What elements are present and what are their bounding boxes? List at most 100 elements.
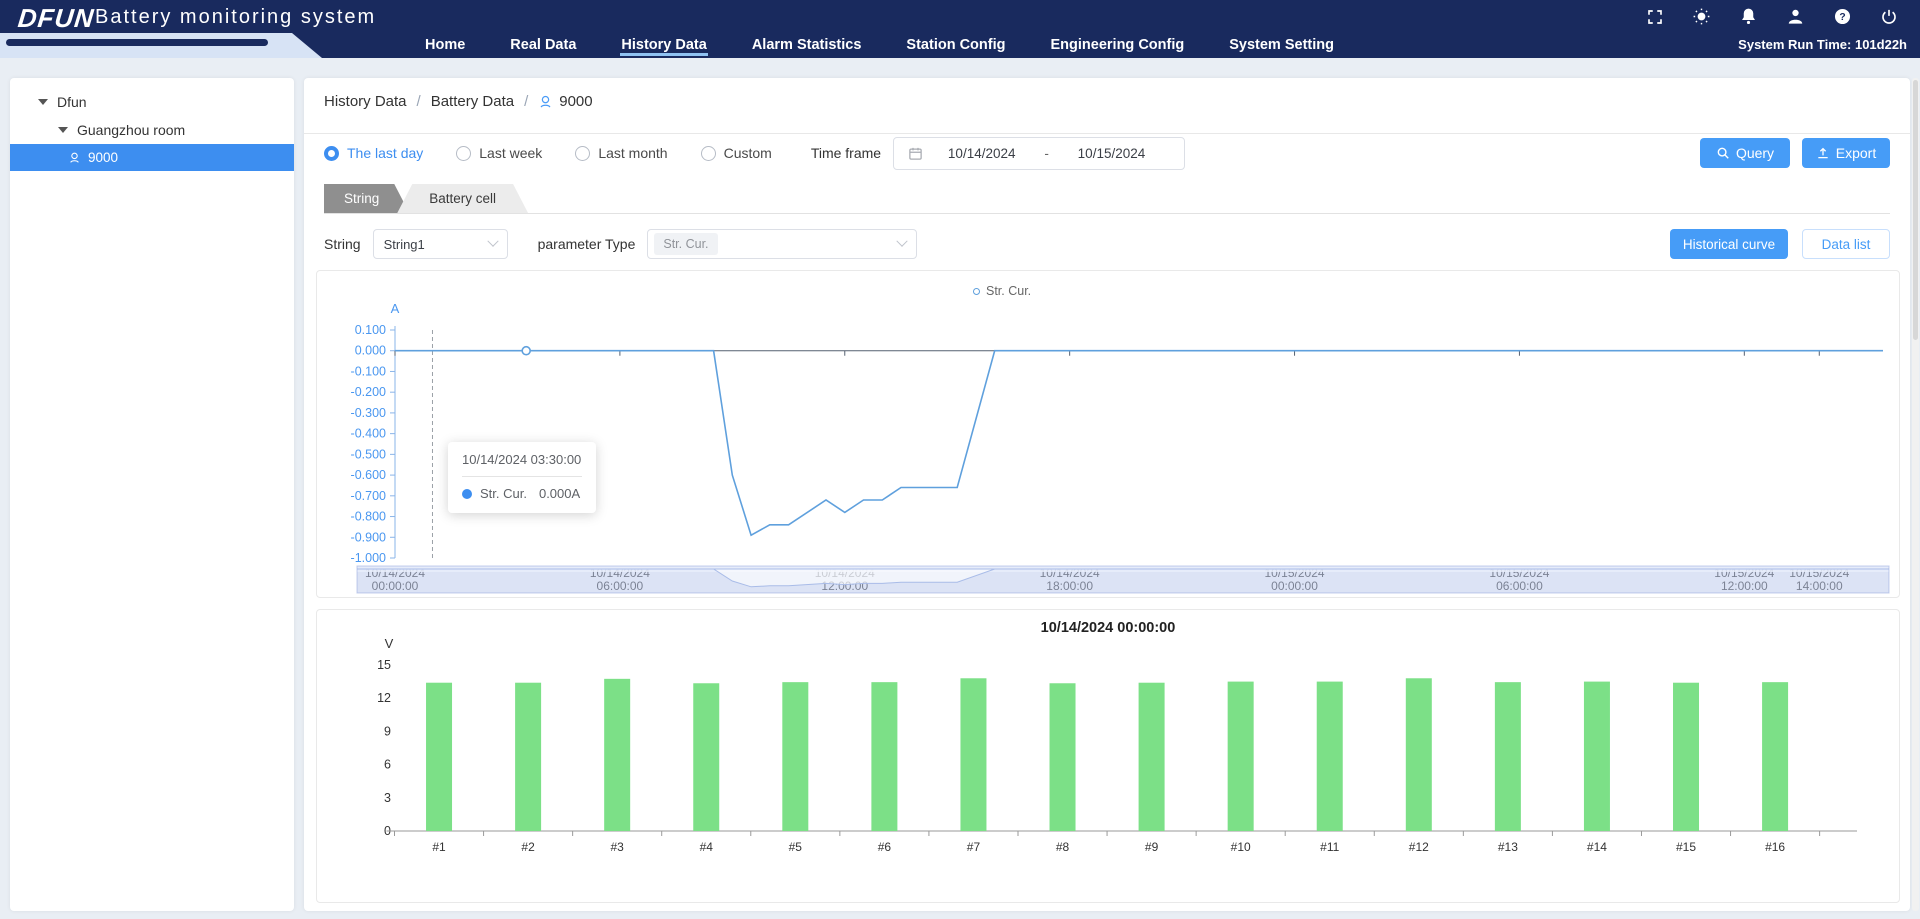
parameter-type-label: parameter Type bbox=[538, 236, 636, 252]
svg-text:#2: #2 bbox=[521, 840, 535, 854]
line-chart[interactable]: A0.1000.000-0.100-0.200-0.300-0.400-0.50… bbox=[317, 271, 1899, 597]
tree-node-guangzhou-room[interactable]: Guangzhou room bbox=[10, 116, 294, 144]
svg-text:6: 6 bbox=[384, 758, 391, 772]
nav-engineering-config[interactable]: Engineering Config bbox=[1050, 34, 1186, 56]
chevron-down-icon bbox=[897, 236, 908, 247]
svg-text:V: V bbox=[385, 636, 394, 651]
nav-alarm-statistics[interactable]: Alarm Statistics bbox=[751, 34, 863, 56]
help-icon[interactable]: ? bbox=[1833, 7, 1852, 26]
scrollbar-thumb[interactable] bbox=[1913, 80, 1918, 340]
search-icon bbox=[1716, 146, 1730, 160]
main-nav: Home Real Data History Data Alarm Statis… bbox=[424, 31, 1335, 58]
svg-text:12: 12 bbox=[377, 691, 391, 705]
svg-text:-0.700: -0.700 bbox=[351, 489, 386, 503]
brightness-icon[interactable] bbox=[1692, 7, 1711, 26]
nav-history-data[interactable]: History Data bbox=[620, 34, 707, 56]
breadcrumb-history-data[interactable]: History Data bbox=[324, 93, 407, 110]
nav-station-config[interactable]: Station Config bbox=[905, 34, 1006, 56]
svg-text:#12: #12 bbox=[1409, 840, 1429, 854]
radio-icon bbox=[701, 146, 716, 161]
svg-text:#3: #3 bbox=[610, 840, 624, 854]
svg-text:#7: #7 bbox=[967, 840, 981, 854]
legend-marker-icon bbox=[973, 288, 980, 295]
power-icon[interactable] bbox=[1880, 8, 1898, 26]
svg-text:-0.100: -0.100 bbox=[351, 364, 386, 378]
svg-text:0.000: 0.000 bbox=[355, 344, 386, 358]
tab-bar: String Battery cell bbox=[324, 185, 1890, 214]
chevron-down-icon bbox=[38, 99, 48, 105]
breadcrumb: History Data / Battery Data / 9000 bbox=[324, 86, 593, 116]
string-label: String bbox=[324, 236, 361, 252]
logo: DFUN bbox=[16, 3, 95, 34]
svg-text:#16: #16 bbox=[1765, 840, 1785, 854]
calendar-icon bbox=[908, 146, 923, 161]
svg-text:-0.300: -0.300 bbox=[351, 406, 386, 420]
chevron-down-icon bbox=[58, 127, 68, 133]
legend-str-cur[interactable]: Str. Cur. bbox=[973, 284, 1031, 298]
cell-voltage-card: 10/14/2024 00:00:00 V03691215#1#2#3#4#5#… bbox=[316, 609, 1900, 903]
series-dot-icon bbox=[462, 489, 472, 499]
svg-text:0.100: 0.100 bbox=[355, 323, 386, 337]
svg-text:-0.800: -0.800 bbox=[351, 510, 386, 524]
main-panel: History Data / Battery Data / 9000 The l… bbox=[304, 78, 1910, 911]
svg-text:#9: #9 bbox=[1145, 840, 1159, 854]
svg-text:?: ? bbox=[1839, 12, 1845, 23]
svg-text:#14: #14 bbox=[1587, 840, 1607, 854]
svg-text:-0.200: -0.200 bbox=[351, 385, 386, 399]
divider bbox=[304, 133, 1910, 134]
tab-battery-cell[interactable]: Battery cell bbox=[397, 184, 528, 213]
query-button[interactable]: Query bbox=[1700, 138, 1790, 168]
tab-string[interactable]: String bbox=[324, 184, 409, 213]
svg-text:#5: #5 bbox=[789, 840, 803, 854]
notification-icon[interactable] bbox=[1739, 7, 1758, 26]
svg-text:-1.000: -1.000 bbox=[351, 551, 386, 565]
svg-text:15: 15 bbox=[377, 658, 391, 672]
svg-text:-0.600: -0.600 bbox=[351, 468, 386, 482]
header: DFUN Battery monitoring system ? Home Re… bbox=[0, 0, 1920, 58]
time-frame-label: Time frame bbox=[811, 145, 881, 161]
parameter-type-select[interactable]: Str. Cur. bbox=[647, 229, 917, 259]
radio-icon bbox=[575, 146, 590, 161]
bar-chart[interactable]: V03691215#1#2#3#4#5#6#7#8#9#10#11#12#13#… bbox=[317, 610, 1899, 902]
start-date[interactable]: 10/14/2024 bbox=[923, 146, 1040, 161]
header-swoosh bbox=[0, 33, 330, 58]
date-range-input[interactable]: 10/14/2024 - 10/15/2024 bbox=[893, 137, 1185, 170]
svg-text:#4: #4 bbox=[700, 840, 714, 854]
breadcrumb-current: 9000 bbox=[538, 93, 592, 110]
end-date[interactable]: 10/15/2024 bbox=[1053, 146, 1170, 161]
nav-home[interactable]: Home bbox=[424, 34, 466, 56]
breadcrumb-battery-data[interactable]: Battery Data bbox=[431, 93, 514, 110]
nav-real-data[interactable]: Real Data bbox=[509, 34, 577, 56]
radio-icon bbox=[456, 146, 471, 161]
tree-node-dfun[interactable]: Dfun bbox=[10, 88, 294, 116]
svg-text:9: 9 bbox=[384, 724, 391, 738]
string-select[interactable]: String1 bbox=[373, 229, 508, 259]
radio-last-week[interactable]: Last week bbox=[456, 145, 542, 161]
radio-last-month[interactable]: Last month bbox=[575, 145, 667, 161]
data-list-button[interactable]: Data list bbox=[1802, 229, 1890, 259]
chevron-down-icon bbox=[487, 236, 498, 247]
svg-text:#15: #15 bbox=[1676, 840, 1696, 854]
historical-curve-card: A0.1000.000-0.100-0.200-0.300-0.400-0.50… bbox=[316, 270, 1900, 598]
app-title: Battery monitoring system bbox=[95, 6, 376, 29]
radio-last-day[interactable]: The last day bbox=[324, 145, 423, 161]
vertical-scrollbar[interactable] bbox=[1912, 78, 1919, 911]
radio-custom[interactable]: Custom bbox=[701, 145, 772, 161]
device-tree-panel: Dfun Guangzhou room 9000 bbox=[10, 78, 294, 911]
svg-text:-0.400: -0.400 bbox=[351, 427, 386, 441]
svg-text:3: 3 bbox=[384, 791, 391, 805]
historical-curve-button[interactable]: Historical curve bbox=[1670, 229, 1788, 259]
export-button[interactable]: Export bbox=[1802, 138, 1890, 168]
tree-node-9000[interactable]: 9000 bbox=[10, 144, 294, 171]
upload-icon bbox=[1816, 146, 1830, 160]
string-filter-row: String String1 parameter Type Str. Cur. … bbox=[324, 228, 1890, 260]
user-icon[interactable] bbox=[1786, 7, 1805, 26]
svg-text:#8: #8 bbox=[1056, 840, 1070, 854]
filter-bar: The last day Last week Last month Custom… bbox=[324, 138, 1890, 168]
svg-text:#1: #1 bbox=[432, 840, 446, 854]
svg-text:#10: #10 bbox=[1231, 840, 1251, 854]
nav-system-setting[interactable]: System Setting bbox=[1228, 34, 1335, 56]
device-icon bbox=[68, 151, 81, 164]
radio-icon bbox=[324, 146, 339, 161]
fullscreen-icon[interactable] bbox=[1646, 8, 1664, 26]
